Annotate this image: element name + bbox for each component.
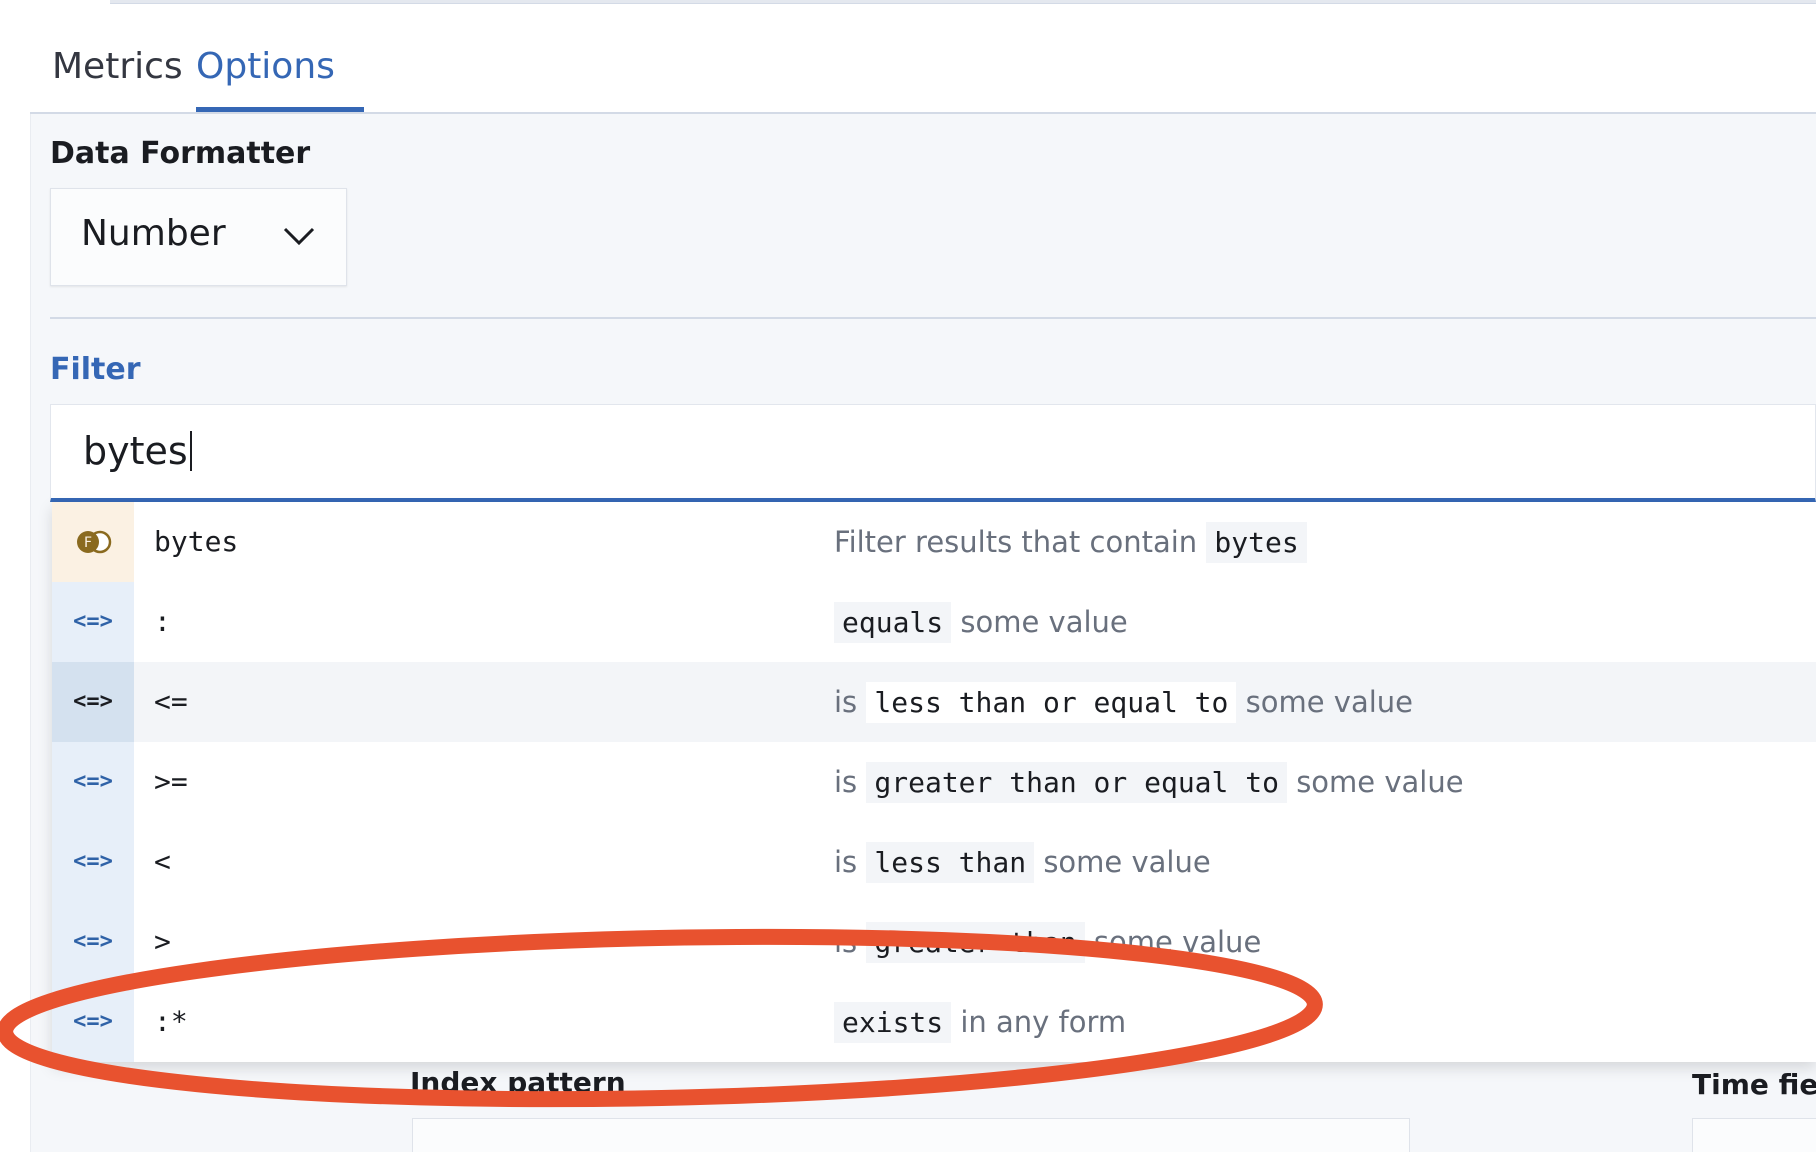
tab-metrics[interactable]: Metrics [52, 40, 183, 114]
filter-input-value: bytes [83, 429, 192, 473]
suggestion-description: is greater than or equal to some value [834, 742, 1464, 823]
filter-label: Filter [50, 352, 141, 387]
operator-icon: <=> [73, 769, 113, 794]
suggestion-icon-cell: <=> [52, 902, 134, 982]
suggestion-icon-cell: <=> [52, 742, 134, 822]
operator-icon: <=> [73, 849, 113, 874]
suggestion-text: >= [154, 765, 188, 798]
operator-icon: <=> [73, 1009, 113, 1034]
section-divider [50, 317, 1816, 319]
operator-icon: <=> [73, 609, 113, 634]
suggestion-row[interactable]: F bytes Filter results that contain byte… [52, 502, 1816, 582]
suggestion-description: is less than some value [834, 822, 1211, 903]
suggestion-row[interactable]: <=> >= is greater than or equal to some … [52, 742, 1816, 822]
text-caret [189, 431, 192, 471]
suggestion-text: <= [154, 685, 188, 718]
suggestion-text: :* [154, 1005, 188, 1038]
suggestion-text: : [154, 605, 171, 638]
field-icon: F [77, 530, 112, 554]
time-field-select[interactable] [1692, 1118, 1816, 1152]
suggestion-icon-cell: <=> [52, 582, 134, 662]
suggestion-row-active[interactable]: <=> <= is less than or equal to some val… [52, 662, 1816, 742]
filter-input[interactable]: bytes [50, 404, 1816, 502]
header-border [110, 0, 1816, 4]
suggestion-row[interactable]: <=> :* exists in any form [52, 982, 1816, 1062]
suggestion-text: < [154, 845, 171, 878]
data-formatter-select[interactable]: Number [50, 188, 347, 286]
suggestion-icon-cell: F [52, 502, 134, 582]
suggestion-text: bytes [154, 525, 239, 558]
tab-options[interactable]: Options [196, 40, 335, 114]
suggestion-description: is less than or equal to some value [834, 662, 1413, 743]
index-pattern-label: Index pattern [410, 1066, 626, 1099]
operator-icon: <=> [73, 689, 113, 714]
suggestion-description: is greater than some value [834, 902, 1261, 983]
operator-icon: <=> [73, 929, 113, 954]
suggestion-description: equals some value [834, 582, 1128, 663]
suggestion-description: Filter results that contain bytes [834, 502, 1307, 583]
index-pattern-input[interactable] [412, 1118, 1410, 1152]
data-formatter-value: Number [81, 213, 226, 254]
suggestion-text: > [154, 925, 171, 958]
suggestion-icon-cell: <=> [52, 982, 134, 1062]
suggestion-description: exists in any form [834, 982, 1126, 1063]
data-formatter-label: Data Formatter [50, 136, 311, 171]
suggestion-row[interactable]: <=> : equals some value [52, 582, 1816, 662]
suggestion-icon-cell: <=> [52, 662, 134, 742]
suggestion-icon-cell: <=> [52, 822, 134, 902]
chevron-down-icon [283, 227, 315, 246]
time-field-label: Time fiel [1692, 1068, 1816, 1101]
suggestions-dropdown: F bytes Filter results that contain byte… [52, 502, 1816, 1062]
suggestion-row[interactable]: <=> < is less than some value [52, 822, 1816, 902]
svg-text:F: F [84, 535, 92, 551]
tabs-divider [30, 112, 1816, 114]
suggestion-row[interactable]: <=> > is greater than some value [52, 902, 1816, 982]
